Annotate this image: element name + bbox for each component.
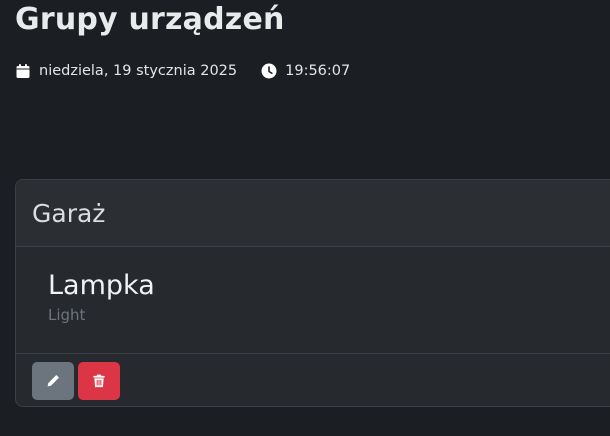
delete-group-button[interactable] [78,362,120,400]
time-text: 19:56:07 [285,63,351,79]
device-list: Lampka Light [16,247,610,354]
page: Grupy urządzeń niedziela, 19 stycznia 20… [0,0,610,436]
clock-icon [261,63,277,79]
calendar-icon [15,63,31,79]
datetime-bar: niedziela, 19 stycznia 2025 19:56:07 [15,61,350,81]
time-display: 19:56:07 [261,63,350,79]
group-card: Garaż Lampka Light [15,179,610,407]
date-display: niedziela, 19 stycznia 2025 [15,63,237,79]
group-name: Garaż [32,198,106,228]
device-type: Light [48,306,86,324]
device-name: Lampka [48,270,155,301]
date-text: niedziela, 19 stycznia 2025 [39,63,238,79]
edit-group-button[interactable] [32,362,74,400]
trash-icon [93,374,105,388]
device-item[interactable]: Lampka Light [48,270,610,324]
group-card-header: Garaż [16,180,610,247]
pencil-icon [46,374,60,388]
page-title: Grupy urządzeń [15,2,285,37]
group-card-actions [16,354,610,400]
